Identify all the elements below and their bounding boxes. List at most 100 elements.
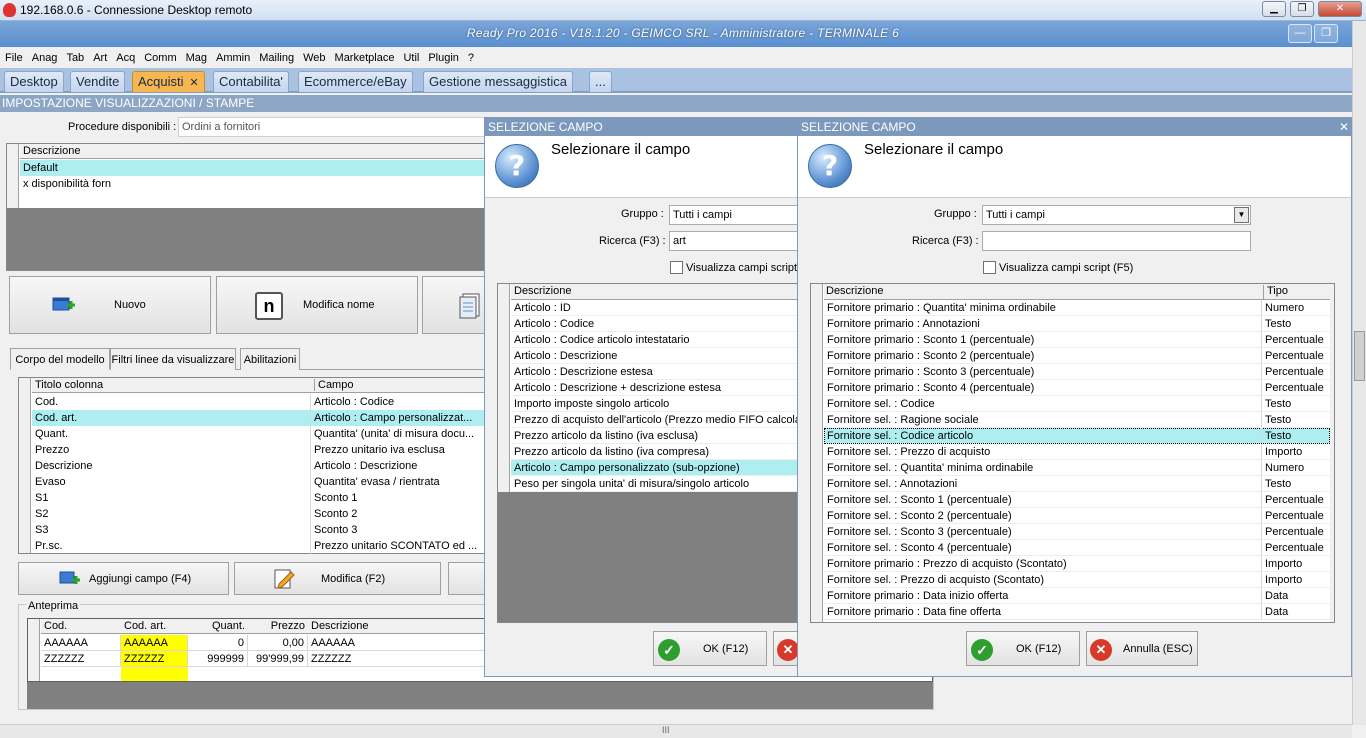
menu-plugin[interactable]: Plugin (428, 48, 459, 68)
dialog1-field-row[interactable]: Articolo : Descrizione (511, 348, 798, 364)
menu-marketplace[interactable]: Marketplace (335, 48, 395, 68)
column-row[interactable]: S1 Sconto 1 (32, 490, 485, 506)
modifica-nome-button[interactable]: n Modifica nome (216, 276, 418, 334)
menu-comm[interactable]: Comm (144, 48, 176, 68)
tab-4[interactable]: Ecommerce/eBay (298, 71, 413, 92)
column-row[interactable]: Cod. Articolo : Codice (32, 394, 485, 410)
dialog1-gruppo-select[interactable]: Tutti i campi (669, 205, 799, 225)
dialog2-field-row[interactable]: Fornitore sel. : Sconto 1 (percentuale) P… (824, 492, 1330, 508)
copy-button[interactable] (422, 276, 486, 334)
menu-mailing[interactable]: Mailing (259, 48, 294, 68)
column-row[interactable]: Evaso Quantita' evasa / rientrata (32, 474, 485, 490)
rdp-minimize-button[interactable]: ▁ (1262, 1, 1286, 17)
menu-art[interactable]: Art (93, 48, 107, 68)
dialog2-field-row[interactable]: Fornitore sel. : Sconto 2 (percentuale) P… (824, 508, 1330, 524)
layout-row[interactable]: Default (20, 160, 485, 176)
scrollbar-thumb[interactable] (1354, 331, 1365, 381)
dialog2-field-row[interactable]: Fornitore sel. : Codice Testo (824, 396, 1330, 412)
dialog2-field-row[interactable]: Fornitore primario : Sconto 4 (percentua… (824, 380, 1330, 396)
extra-button[interactable] (448, 562, 486, 595)
dialog2-field-row[interactable]: Fornitore sel. : Sconto 3 (percentuale) P… (824, 524, 1330, 540)
ok-check-icon: ✓ (658, 639, 680, 661)
dialog1-ok-button[interactable]: ✓ OK (F12) (653, 631, 767, 666)
dialog2-field-row[interactable]: Fornitore primario : Data fine offerta Da… (824, 604, 1330, 620)
tab-close-icon[interactable]: ✕ (190, 77, 199, 89)
dialog1-field-row[interactable]: Articolo : Codice articolo intestatario (511, 332, 798, 348)
rdp-restore-button[interactable]: ❐ (1290, 1, 1314, 17)
procedure-select[interactable]: Ordini a fornitori (178, 117, 486, 137)
dialog1-field-row[interactable]: Articolo : Campo personalizzato (sub-opz… (511, 460, 798, 476)
aggiungi-campo-button[interactable]: Aggiungi campo (F4) (18, 562, 229, 595)
dialog1-field-row[interactable]: Prezzo di acquisto dell'articolo (Prezzo… (511, 412, 798, 428)
dialog1-field-row[interactable]: Articolo : Descrizione estesa (511, 364, 798, 380)
dialog2-gruppo-select[interactable]: Tutti i campi ▼ (982, 205, 1251, 225)
dialog2-field-row[interactable]: Fornitore sel. : Prezzo di acquisto Impor… (824, 444, 1330, 460)
subtab-0[interactable]: Corpo del modello (10, 348, 110, 370)
app-restore-button[interactable]: ❐ (1314, 24, 1338, 43)
dialog2-field-row[interactable]: Fornitore sel. : Ragione sociale Testo (824, 412, 1330, 428)
dialog1-script-checkbox[interactable] (670, 261, 683, 274)
scrollbar-grip[interactable]: III (662, 725, 670, 735)
column-row[interactable]: Prezzo Prezzo unitario iva esclusa (32, 442, 485, 458)
column-row[interactable]: Pr.sc. Prezzo unitario SCONTATO ed ... (32, 538, 485, 554)
right-scrollbar[interactable] (1352, 21, 1366, 725)
dialog2-field-row[interactable]: Fornitore sel. : Quantita' minima ordina… (824, 460, 1330, 476)
menu-mag[interactable]: Mag (186, 48, 207, 68)
nuovo-button[interactable]: Nuovo (9, 276, 211, 334)
dialog2-field-row[interactable]: Fornitore primario : Annotazioni Testo (824, 316, 1330, 332)
dialog2-field-row[interactable]: Fornitore primario : Sconto 2 (percentua… (824, 348, 1330, 364)
menu-web[interactable]: Web (303, 48, 325, 68)
aggiungi-campo-label: Aggiungi campo (F4) (89, 572, 192, 585)
dialog1-field-row[interactable]: Articolo : Codice (511, 316, 798, 332)
dialog2-ricerca-input[interactable] (982, 231, 1251, 251)
tab-3[interactable]: Contabilita' (213, 71, 289, 92)
dialog2-ok-button[interactable]: ✓ OK (F12) (966, 631, 1080, 666)
dialog2-field-row[interactable]: Fornitore sel. : Sconto 4 (percentuale) P… (824, 540, 1330, 556)
menu-tab[interactable]: Tab (66, 48, 84, 68)
dialog2-field-row[interactable]: Fornitore primario : Sconto 1 (percentua… (824, 332, 1330, 348)
tab-0[interactable]: Desktop (4, 71, 64, 92)
tab-5[interactable]: Gestione messaggistica (423, 71, 574, 92)
tab-2[interactable]: Acquisti ✕ (132, 71, 205, 92)
dialog2-field-row[interactable]: Fornitore primario : Prezzo di acquisto … (824, 556, 1330, 572)
dialog1-field-row[interactable]: Importo imposte singolo articolo (511, 396, 798, 412)
menu-util[interactable]: Util (403, 48, 419, 68)
chevron-down-icon[interactable]: ▼ (1234, 207, 1249, 223)
rdp-close-button[interactable]: ✕ (1318, 1, 1362, 17)
column-row[interactable]: Quant. Quantita' (unita' di misura docu..… (32, 426, 485, 442)
dialog2-script-checkbox[interactable] (983, 261, 996, 274)
dialog2-grid-scrollbar[interactable] (1330, 284, 1334, 622)
dialog2-field-row[interactable]: Fornitore sel. : Prezzo di acquisto (Sco… (824, 572, 1330, 588)
app-minimize-button[interactable]: — (1288, 24, 1312, 43)
column-row[interactable]: Descrizione Articolo : Descrizione (32, 458, 485, 474)
menu-ammin[interactable]: Ammin (216, 48, 250, 68)
dialog1-field-row[interactable]: Prezzo articolo da listino (iva compresa… (511, 444, 798, 460)
dialog1-field-row[interactable]: Articolo : Descrizione + descrizione est… (511, 380, 798, 396)
menu-anag[interactable]: Anag (32, 48, 58, 68)
column-row[interactable]: S2 Sconto 2 (32, 506, 485, 522)
dialog2-field-row[interactable]: Fornitore sel. : Annotazioni Testo (824, 476, 1330, 492)
subtab-1[interactable]: Filtri linee da visualizzare (110, 348, 236, 370)
dialog1-field-row[interactable]: Articolo : ID (511, 300, 798, 316)
dialog1-cancel-button[interactable]: ✕ (773, 631, 799, 666)
menu-[interactable]: ? (468, 48, 474, 68)
dialog2-close-button[interactable]: ✕ (1339, 120, 1349, 134)
dialog2-field-row[interactable]: Fornitore primario : Quantita' minima or… (824, 300, 1330, 316)
dialog1-ricerca-input[interactable]: art (669, 231, 799, 251)
menu-acq[interactable]: Acq (116, 48, 135, 68)
dialog1-field-row[interactable]: Peso per singola unita' di misura/singol… (511, 476, 798, 492)
dialog1-field-row[interactable]: Prezzo articolo da listino (iva esclusa) (511, 428, 798, 444)
modifica-button[interactable]: Modifica (F2) (234, 562, 441, 595)
column-row[interactable]: S3 Sconto 3 (32, 522, 485, 538)
column-row[interactable]: Cod. art. Articolo : Campo personalizzat.… (32, 410, 485, 426)
dialog2-cancel-button[interactable]: ✕ Annulla (ESC) (1086, 631, 1198, 666)
bottom-scrollbar[interactable]: III (0, 724, 1352, 738)
layout-row[interactable]: x disponibilità forn (20, 176, 485, 192)
tab-6[interactable]: ... (589, 71, 612, 92)
dialog2-field-row[interactable]: Fornitore sel. : Codice articolo Testo (824, 428, 1330, 444)
dialog2-field-row[interactable]: Fornitore primario : Data inizio offerta… (824, 588, 1330, 604)
menu-file[interactable]: File (5, 48, 23, 68)
dialog2-field-row[interactable]: Fornitore primario : Sconto 3 (percentua… (824, 364, 1330, 380)
subtab-2[interactable]: Abilitazioni (240, 348, 300, 370)
tab-1[interactable]: Vendite (70, 71, 126, 92)
